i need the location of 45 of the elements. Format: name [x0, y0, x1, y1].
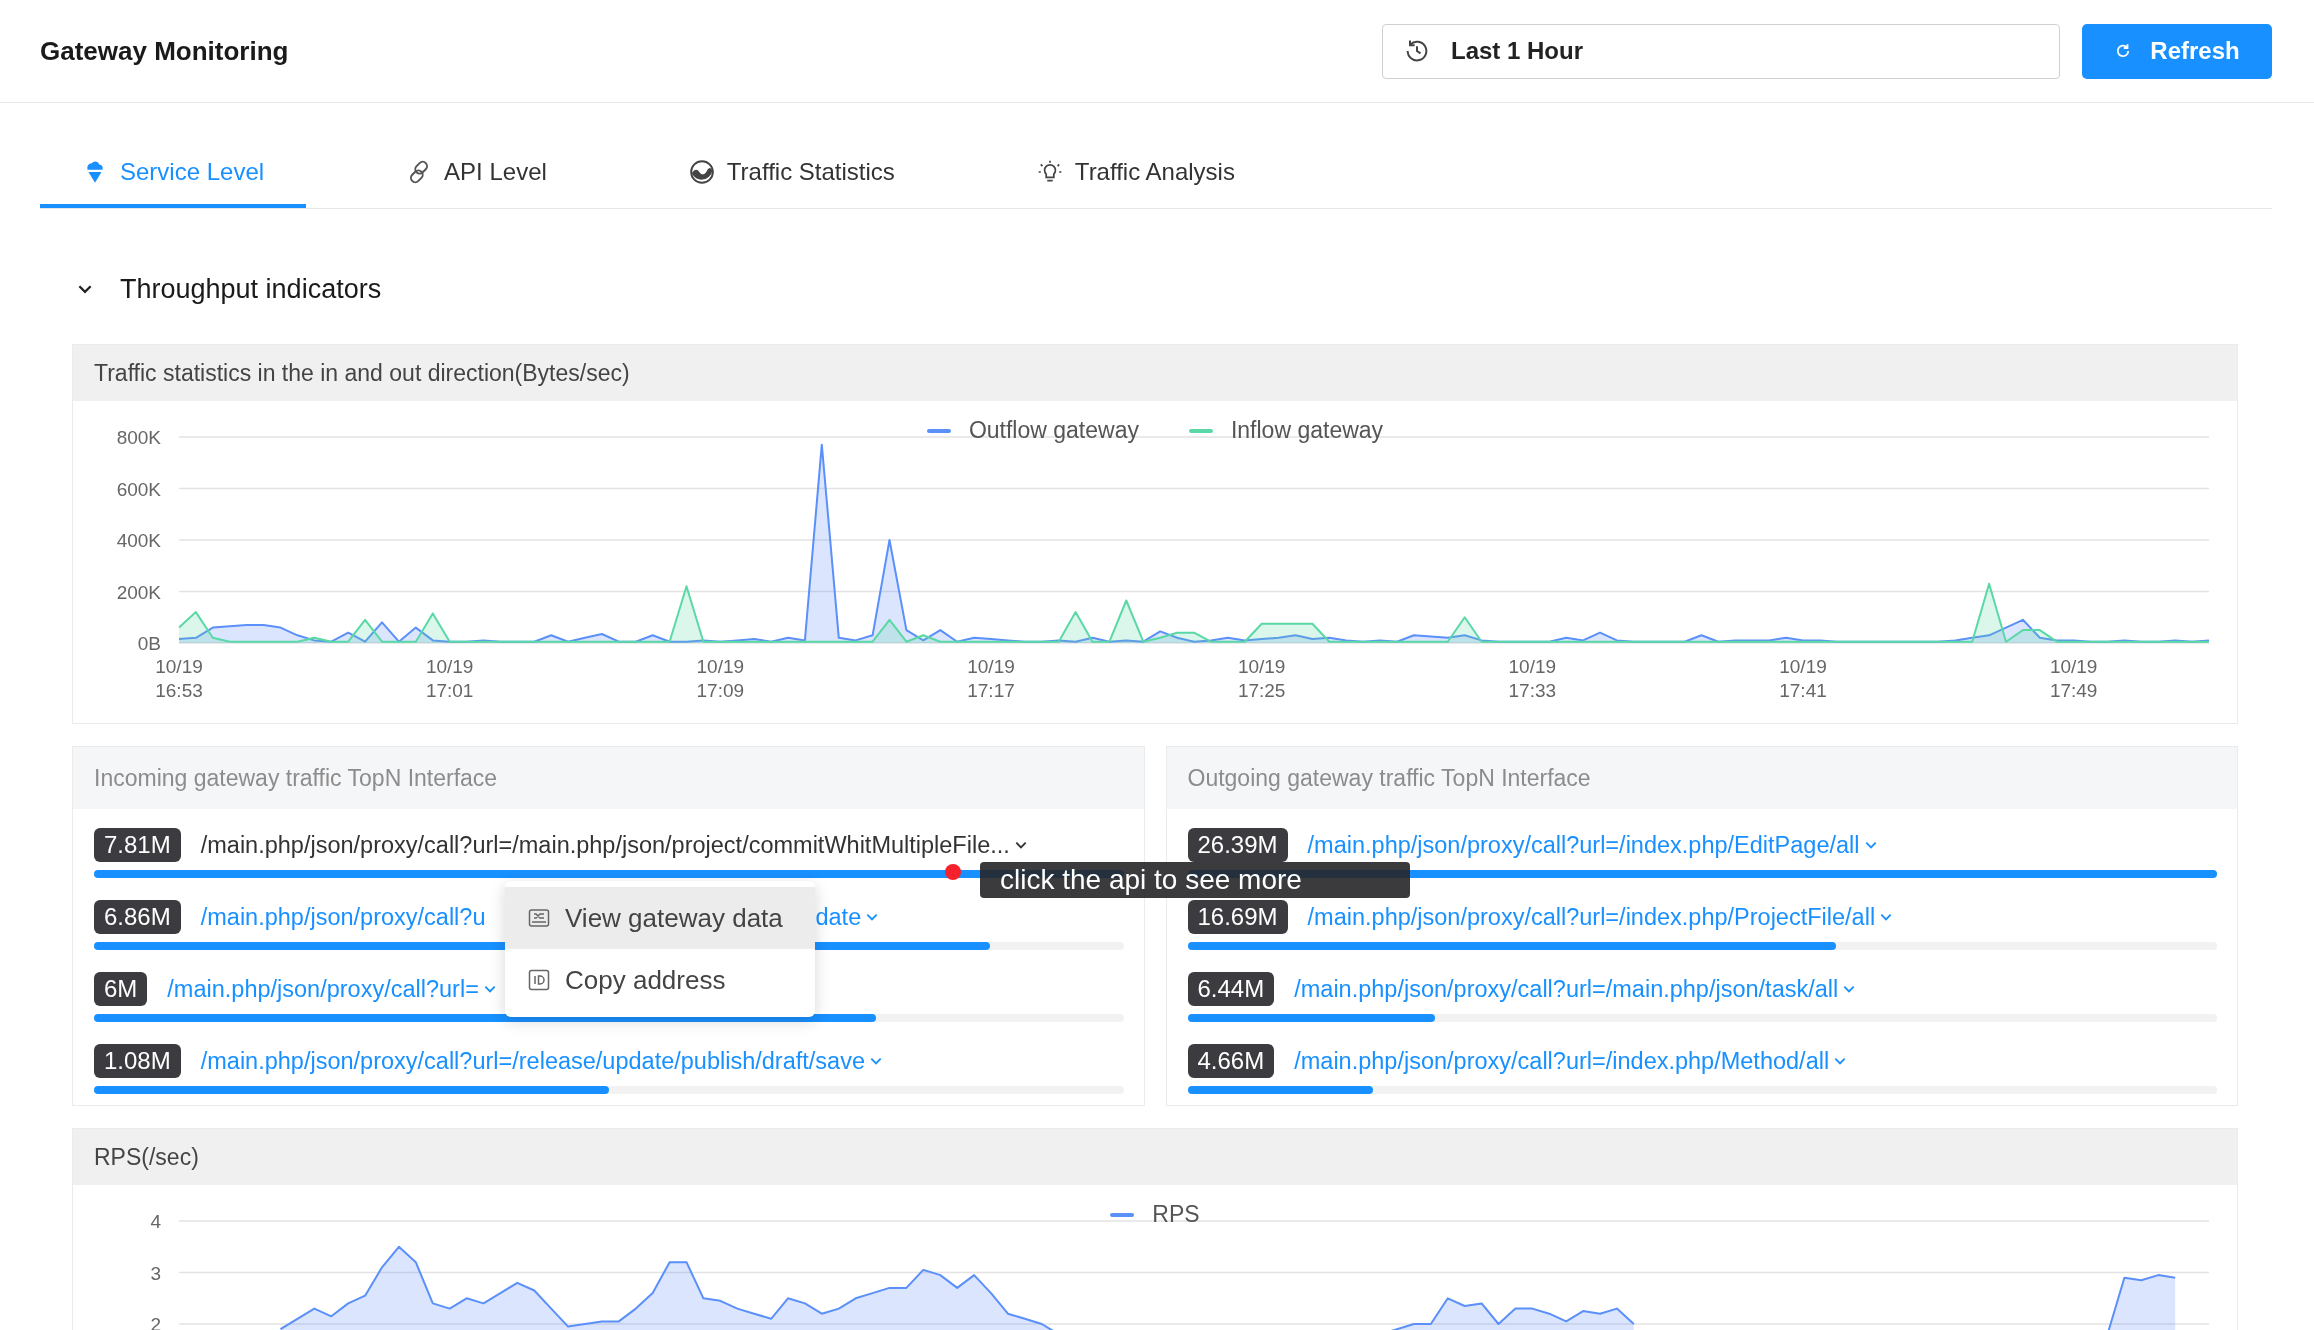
- page-title: Gateway Monitoring: [40, 35, 289, 67]
- bulb-icon: [1036, 159, 1063, 185]
- legend-label[interactable]: RPS: [1152, 1201, 1200, 1228]
- value-badge: 1.08M: [94, 1044, 181, 1078]
- value-badge: 7.81M: [94, 828, 181, 862]
- axis-label: 4: [150, 1211, 161, 1232]
- value-badge: 6.86M: [94, 900, 181, 934]
- panel-icon: [527, 906, 551, 930]
- axis-label: 10/19 17:09: [696, 656, 745, 701]
- axis-label: 10/19 17:49: [2049, 656, 2098, 701]
- tab[interactable]: Traffic Statistics: [646, 140, 937, 208]
- value-badge: 6M: [94, 972, 148, 1006]
- tab[interactable]: API Level: [364, 140, 589, 208]
- axis-label: 400K: [116, 530, 161, 551]
- axis-label: 3: [150, 1262, 161, 1284]
- gauge-icon: [688, 159, 715, 185]
- value-badge: 16.69M: [1187, 900, 1288, 934]
- value-badge: 4.66M: [1187, 1044, 1275, 1078]
- section-title[interactable]: Throughput indicators: [120, 273, 382, 305]
- axis-label: 800K: [116, 427, 161, 448]
- axis-label: 10/19 17:17: [967, 656, 1015, 701]
- axis-label: 0B: [137, 633, 161, 654]
- value-badge: 6.44M: [1187, 972, 1275, 1006]
- axis-label: 10/19 17:33: [1508, 656, 1557, 701]
- card-title: Outgoing gateway traffic TopN Interface: [1187, 764, 1591, 792]
- tab[interactable]: Traffic Analysis: [994, 140, 1277, 208]
- card-title: Traffic statistics in the in and out direction(Bytes/sec): [94, 359, 630, 387]
- menu-item[interactable]: Copy address: [505, 949, 815, 1011]
- legend-label[interactable]: Outflow gateway: [968, 417, 1139, 444]
- axis-label: 10/19 17:41: [1779, 656, 1827, 701]
- menu-item[interactable]: View gateway data: [505, 887, 815, 949]
- tooltip: click the api to see more: [980, 862, 1410, 898]
- card-title: RPS(/sec): [94, 1143, 199, 1171]
- pointer-dot: [945, 864, 961, 880]
- axis-label: 600K: [116, 478, 161, 500]
- api-link[interactable]: /main.php/json/proxy/call?url=/main.php/json/project/commitWhitMultipleFile...: [200, 831, 1028, 859]
- time-range-picker[interactable]: Last 1 Hour: [1382, 23, 2060, 79]
- legend-label[interactable]: Inflow gateway: [1230, 417, 1384, 444]
- card-title: Incoming gateway traffic TopN Interface: [94, 764, 498, 792]
- axis-label: 10/19 16:53: [155, 656, 203, 701]
- id-icon: [527, 968, 551, 992]
- value-badge: 26.39M: [1187, 828, 1288, 862]
- axis-label: 10/19 17:25: [1237, 656, 1286, 701]
- axis-label: 10/19 17:01: [425, 656, 474, 701]
- axis-label: 200K: [116, 581, 161, 603]
